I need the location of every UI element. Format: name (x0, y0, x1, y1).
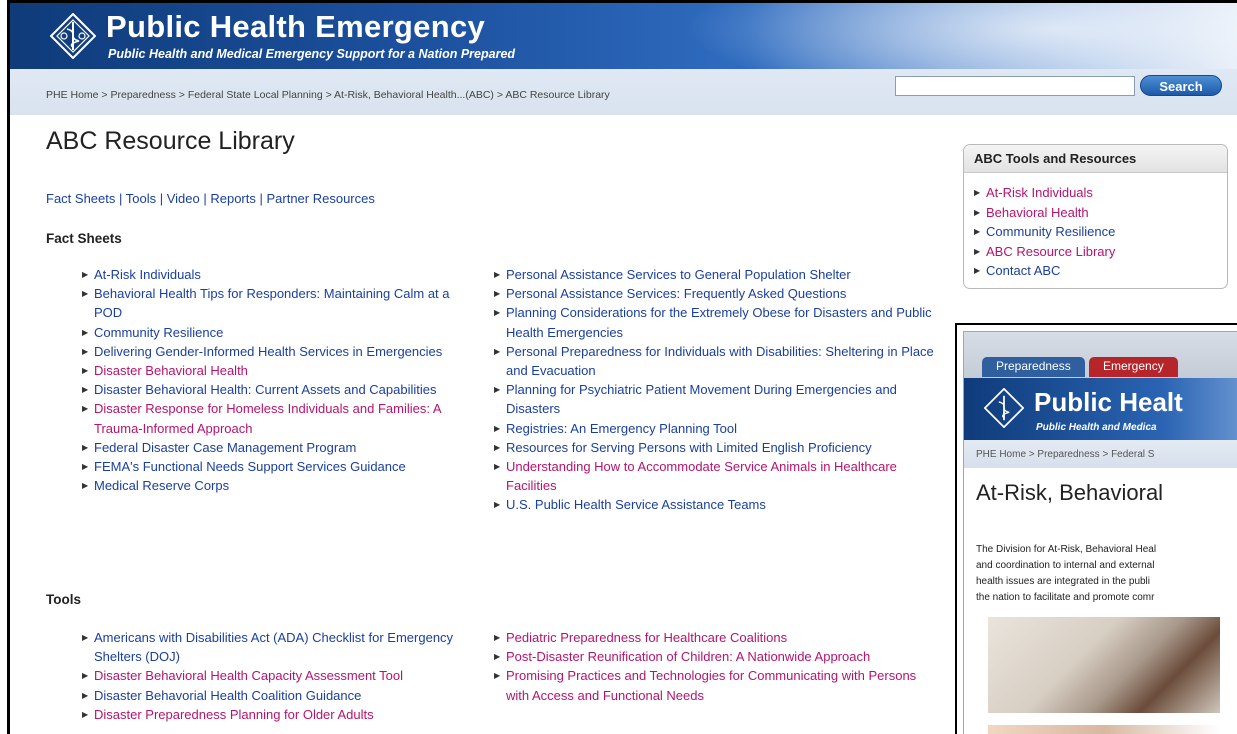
sidebar-list: At-Risk IndividualsBehavioral HealthComm… (964, 173, 1227, 281)
thumbnail-breadcrumb: PHE Home > Preparedness > Federal S (964, 440, 1237, 468)
link-list-item[interactable]: Post-Disaster Reunification of Children:… (494, 647, 934, 666)
link-list-item[interactable]: Federal Disaster Case Management Program (82, 438, 477, 457)
site-header: Public Health Emergency Public Health an… (10, 3, 1237, 115)
fact-sheets-left-list: At-Risk IndividualsBehavioral Health Tip… (82, 265, 477, 496)
tools-left-list: Americans with Disabilities Act (ADA) Ch… (82, 628, 477, 724)
link-list-item[interactable]: Disaster Behavorial Health Coalition Gui… (82, 686, 477, 705)
link-list-item[interactable]: Disaster Response for Homeless Individua… (82, 399, 477, 437)
sidebar-heading: ABC Tools and Resources (964, 145, 1227, 173)
link-list-item[interactable]: Behavioral Health (974, 203, 1227, 223)
link-list-item[interactable]: Contact ABC (974, 261, 1227, 281)
site-title[interactable]: Public Health Emergency (106, 9, 485, 45)
abc-tools-sidebar: ABC Tools and Resources At-Risk Individu… (963, 144, 1228, 289)
link-list-item[interactable]: Behavioral Health Tips for Responders: M… (82, 284, 477, 322)
separator: | (156, 191, 167, 206)
link-list-item[interactable]: Personal Preparedness for Individuals wi… (494, 342, 934, 380)
link-list-item[interactable]: Personal Assistance Services to General … (494, 265, 934, 284)
link-list-item[interactable]: Disaster Preparedness Planning for Older… (82, 705, 477, 724)
thumbnail-paragraph: The Division for At-Risk, Behavioral Hea… (976, 542, 1237, 606)
thumbnail-photo (988, 725, 1220, 734)
breadcrumb[interactable]: PHE Home > Preparedness > Federal State … (46, 90, 826, 101)
link-list-item[interactable]: At-Risk Individuals (974, 183, 1227, 203)
page-title: ABC Resource Library (46, 127, 295, 155)
quicklink-fact-sheets[interactable]: Fact Sheets (46, 191, 115, 206)
thumbnail-tab-emergency: Emergency (1089, 357, 1178, 377)
thumbnail-heading: At-Risk, Behavioral (976, 480, 1164, 505)
thumbnail-paragraph-line: health issues are integrated in the publ… (976, 576, 1151, 587)
thumbnail-paragraph-line: The Division for At-Risk, Behavioral Hea… (976, 544, 1157, 555)
link-list-item[interactable]: Registries: An Emergency Planning Tool (494, 419, 934, 438)
banner-swirl (620, 3, 1237, 69)
quicklinks-bar: Fact Sheets | Tools | Video | Reports | … (46, 191, 375, 206)
link-list-item[interactable]: Understanding How to Accommodate Service… (494, 457, 934, 495)
link-list-item[interactable]: Medical Reserve Corps (82, 476, 477, 495)
section-heading-tools: Tools (46, 592, 81, 607)
link-list-item[interactable]: Pediatric Preparedness for Healthcare Co… (494, 628, 934, 647)
link-list-item[interactable]: ABC Resource Library (974, 242, 1227, 262)
thumbnail-tab-preparedness: Preparedness (982, 357, 1085, 377)
link-list-item[interactable]: At-Risk Individuals (82, 265, 477, 284)
quicklink-video[interactable]: Video (167, 191, 200, 206)
thumbnail-logo-icon (984, 388, 1024, 428)
thumbnail-paragraph-line: the nation to facilitate and promote com… (976, 592, 1155, 603)
link-list-item[interactable]: Americans with Disabilities Act (ADA) Ch… (82, 628, 477, 666)
link-list-item[interactable]: Delivering Gender-Informed Health Servic… (82, 342, 477, 361)
link-list-item[interactable]: U.S. Public Health Service Assistance Te… (494, 495, 934, 514)
thumbnail-tagline: Public Health and Medica (1036, 422, 1157, 433)
separator: | (115, 191, 126, 206)
banner: Public Health Emergency Public Health an… (10, 3, 1237, 69)
link-list-item[interactable]: Community Resilience (82, 323, 477, 342)
link-list-item[interactable]: Disaster Behavioral Health: Current Asse… (82, 380, 477, 399)
link-list-item[interactable]: Promising Practices and Technologies for… (494, 666, 934, 704)
search-button[interactable]: Search (1140, 75, 1222, 96)
caduceus-logo-icon[interactable] (50, 13, 96, 59)
link-list-item[interactable]: Planning for Psychiatric Patient Movemen… (494, 380, 934, 418)
quicklink-reports[interactable]: Reports (210, 191, 256, 206)
site-tagline: Public Health and Medical Emergency Supp… (108, 47, 516, 61)
link-list-item[interactable]: Resources for Serving Persons with Limit… (494, 438, 934, 457)
tools-right-list: Pediatric Preparedness for Healthcare Co… (494, 628, 934, 705)
page-thumbnail[interactable]: Preparedness Emergency Public Healt Publ… (955, 323, 1237, 734)
fact-sheets-right-list: Personal Assistance Services to General … (494, 265, 934, 515)
browser-frame: Public Health Emergency Public Health an… (7, 0, 1237, 734)
link-list-item[interactable]: Disaster Behavioral Health (82, 361, 477, 380)
separator: | (199, 191, 211, 206)
link-list-item[interactable]: FEMA's Functional Needs Support Services… (82, 457, 477, 476)
quicklink-partner-resources[interactable]: Partner Resources (266, 191, 374, 206)
link-list-item[interactable]: Planning Considerations for the Extremel… (494, 303, 934, 341)
link-list-item[interactable]: Disaster Behavioral Health Capacity Asse… (82, 666, 477, 685)
thumbnail-photo (988, 617, 1220, 713)
quicklink-tools[interactable]: Tools (126, 191, 156, 206)
thumbnail-page: Preparedness Emergency Public Healt Publ… (963, 331, 1237, 734)
section-heading-fact-sheets: Fact Sheets (46, 231, 122, 246)
link-list-item[interactable]: Community Resilience (974, 222, 1227, 242)
search-input[interactable] (895, 76, 1135, 96)
thumbnail-title: Public Healt (1034, 387, 1183, 417)
separator: | (255, 191, 267, 206)
thumbnail-paragraph-line: and coordination to internal and externa… (976, 560, 1155, 571)
link-list-item[interactable]: Personal Assistance Services: Frequently… (494, 284, 934, 303)
